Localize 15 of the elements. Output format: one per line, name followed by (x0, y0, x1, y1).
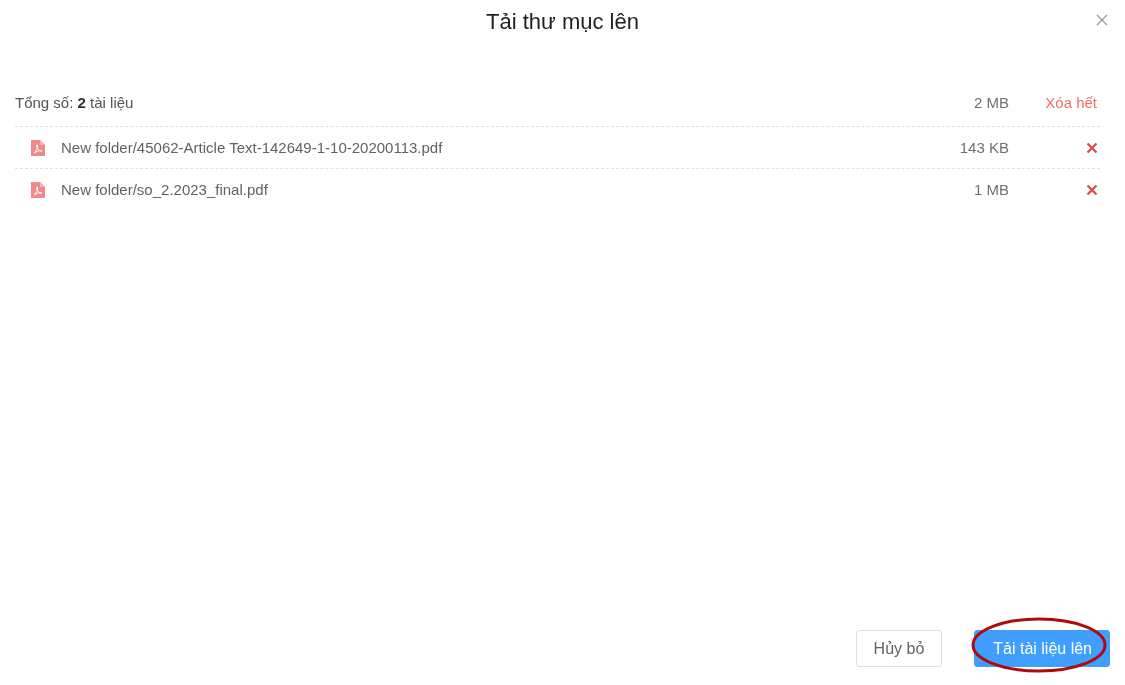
clear-all-link[interactable]: Xóa hết (1045, 93, 1097, 111)
total-size-text: 2 MB (974, 93, 1009, 111)
dialog-title: Tải thư mục lên (486, 9, 639, 35)
total-count-text: Tổng số: 2 tài liệu (15, 93, 135, 111)
upload-button[interactable]: Tải tài liệu lên (974, 630, 1110, 667)
file-name: New folder/so_2.2023_final.pdf (61, 181, 269, 198)
file-size: 1 MB (974, 181, 1009, 198)
close-icon[interactable] (1096, 14, 1108, 26)
cancel-button[interactable]: Hủy bỏ (855, 630, 943, 667)
file-name: New folder/45062-Article Text-142649-1-10-20200113.pdf (61, 139, 444, 156)
file-size: 143 KB (959, 139, 1009, 156)
pdf-file-icon (31, 139, 45, 156)
pdf-file-icon (31, 181, 45, 198)
remove-icon[interactable] (1086, 183, 1098, 196)
remove-icon[interactable] (1086, 141, 1098, 154)
